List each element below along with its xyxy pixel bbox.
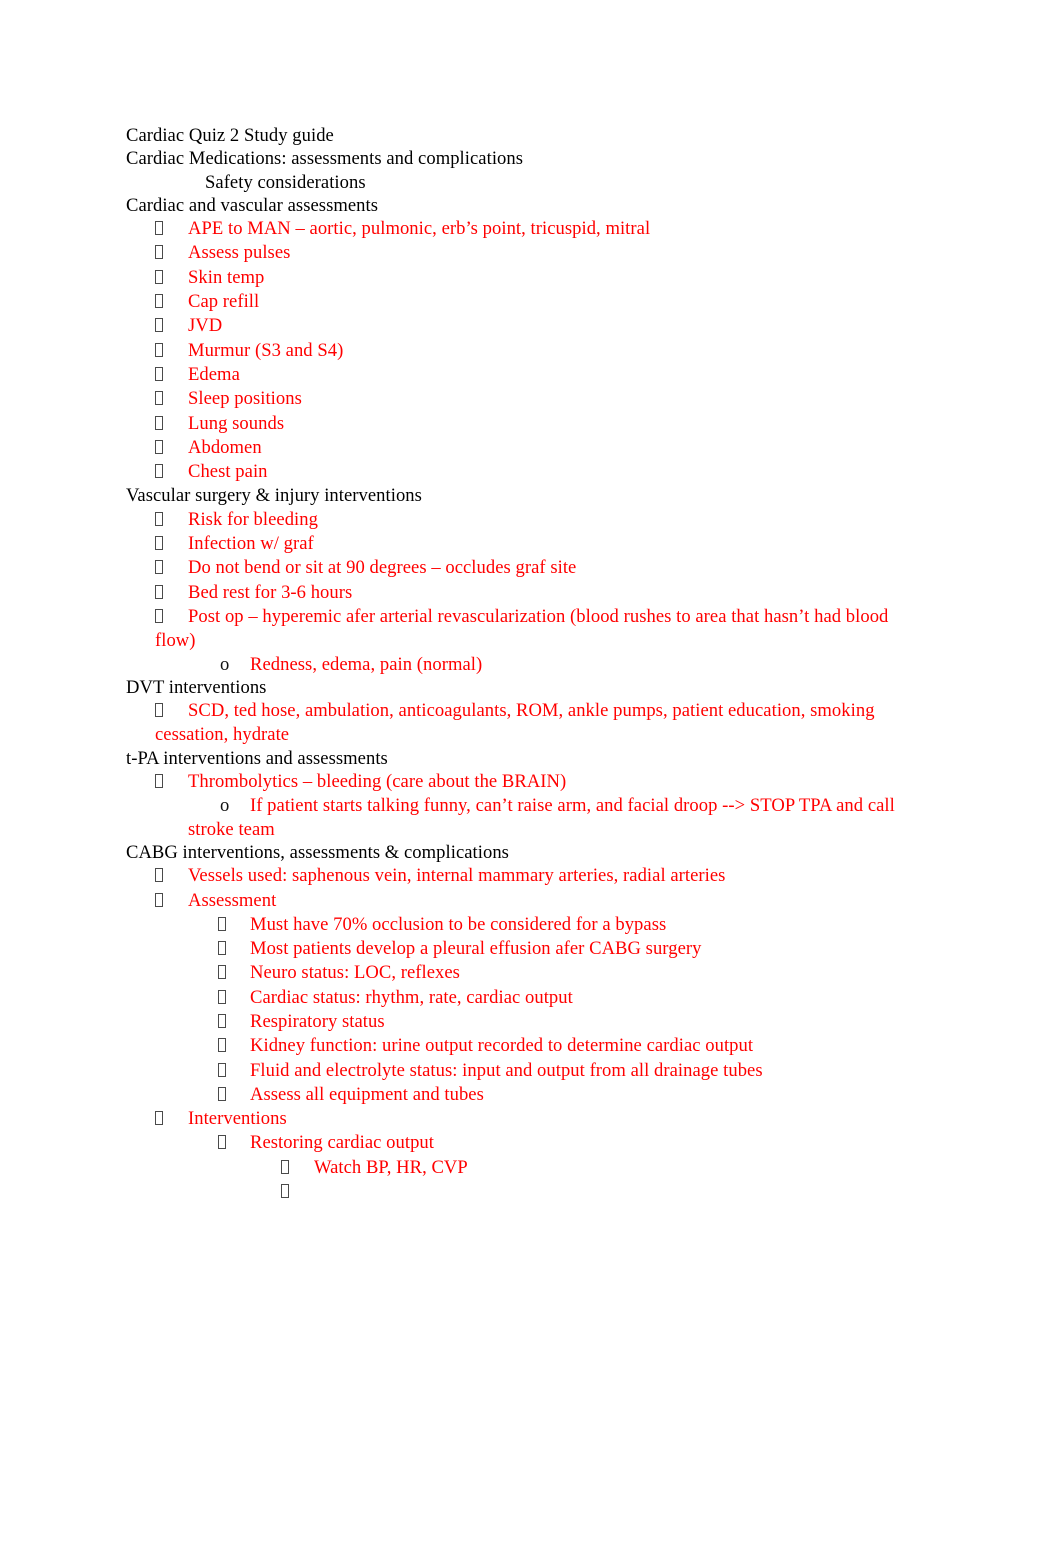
list-item: Abdomen [126,436,904,460]
bullet-tofu-icon [218,938,250,961]
document-page: Cardiac Quiz 2 Study guide Cardiac Medic… [0,0,1062,1561]
list-item: Interventions [126,1107,904,1131]
bullet-tofu-icon [155,291,188,314]
list-item: Restoring cardiac output [126,1131,904,1155]
list-item: Assess all equipment and tubes [126,1083,904,1107]
list-item: Bed rest for 3-6 hours [126,581,904,605]
heading-vascular-surgery: Vascular surgery & injury interventions [126,485,422,507]
document-body: Cardiac Quiz 2 Study guide Cardiac Medic… [126,124,904,1204]
list-item: APE to MAN – aortic, pulmonic, erb’s poi… [126,217,904,241]
list-item: Infection w/ graf [126,532,904,556]
bullet-tofu-icon [155,509,188,532]
bullet-tofu-icon [155,340,188,363]
bullet-tofu-icon [155,771,188,794]
list-item: SCD, ted hose, ambulation, anticoagulant… [155,700,875,746]
bullet-tofu-icon [155,606,188,629]
bullet-tofu-icon [155,533,188,556]
bullet-tofu-icon [155,865,188,888]
list-item: Chest pain [126,460,904,484]
list-item: Murmur (S3 and S4) [126,339,904,363]
bullet-tofu-icon [218,987,250,1010]
bullet-tofu-icon [218,1035,250,1058]
bullet-tofu-icon [155,364,188,387]
list-item: Cardiac status: rhythm, rate, cardiac ou… [126,986,904,1010]
document-title: Cardiac Quiz 2 Study guide [126,125,334,146]
list-item: Most patients develop a pleural effusion… [126,937,904,961]
list-item: Cap refill [126,290,904,314]
bullet-tofu-icon [155,413,188,436]
list-item: Risk for bleeding [126,508,904,532]
list-item: Thrombolytics – bleeding (care about the… [126,770,904,794]
heading-cardiac-vascular-assessments: Cardiac and vascular assessments [126,194,379,216]
bullet-tofu-icon [155,582,188,605]
list-item-empty [126,1180,904,1204]
bullet-tofu-icon [218,1011,250,1034]
bullet-tofu-icon [155,315,188,338]
subheading-safety-considerations: Safety considerations [205,171,366,193]
bullet-tofu-icon [155,437,188,460]
list-item: Fluid and electrolyte status: input and … [126,1059,904,1083]
list-item: Neuro status: LOC, reflexes [126,961,904,985]
list-item: Vessels used: saphenous vein, internal m… [126,864,904,888]
list-item: Skin temp [126,266,904,290]
list-item: Sleep positions [126,387,904,411]
heading-tpa-interventions: t-PA interventions and assessments [126,747,388,769]
bullet-tofu-icon [155,461,188,484]
bullet-tofu-icon [218,1084,250,1107]
bullet-tofu-icon [155,557,188,580]
list-item: Post op – hyperemic afer arterial revasc… [155,605,889,652]
list-item: Watch BP, HR, CVP [126,1156,904,1180]
bullet-tofu-icon [155,388,188,411]
bullet-tofu-icon [155,218,188,241]
list-item: Do not bend or sit at 90 degrees – occlu… [126,556,904,580]
heading-cardiac-medications: Cardiac Medications: assessments and com… [126,148,524,170]
heading-cabg-interventions: CABG interventions, assessments & compli… [126,841,509,863]
list-item: JVD [126,314,904,338]
bullet-tofu-icon [218,914,250,937]
list-item: Respiratory status [126,1010,904,1034]
bullet-tofu-icon [155,242,188,265]
bullet-o-icon: o [220,653,230,675]
list-item: Assess pulses [126,241,904,265]
bullet-tofu-icon [155,1108,188,1131]
list-item: o Redness, edema, pain (normal) [220,653,483,675]
list-item: Kidney function: urine output recorded t… [126,1034,904,1058]
list-item: Edema [126,363,904,387]
list-item: Lung sounds [126,412,904,436]
bullet-tofu-icon [281,1157,314,1180]
heading-dvt-interventions: DVT interventions [126,676,267,698]
bullet-tofu-icon [281,1181,314,1204]
bullet-tofu-icon [218,1060,250,1083]
bullet-tofu-icon [218,962,250,985]
bullet-tofu-icon [155,700,188,723]
list-item: Must have 70% occlusion to be considered… [126,913,904,937]
list-item: Assessment [126,889,904,913]
bullet-tofu-icon [155,267,188,290]
list-item: o If patient starts talking funny, can’t … [188,795,895,840]
bullet-tofu-icon [218,1132,250,1155]
bullet-o-icon: o [220,795,230,817]
bullet-tofu-icon [155,890,188,913]
